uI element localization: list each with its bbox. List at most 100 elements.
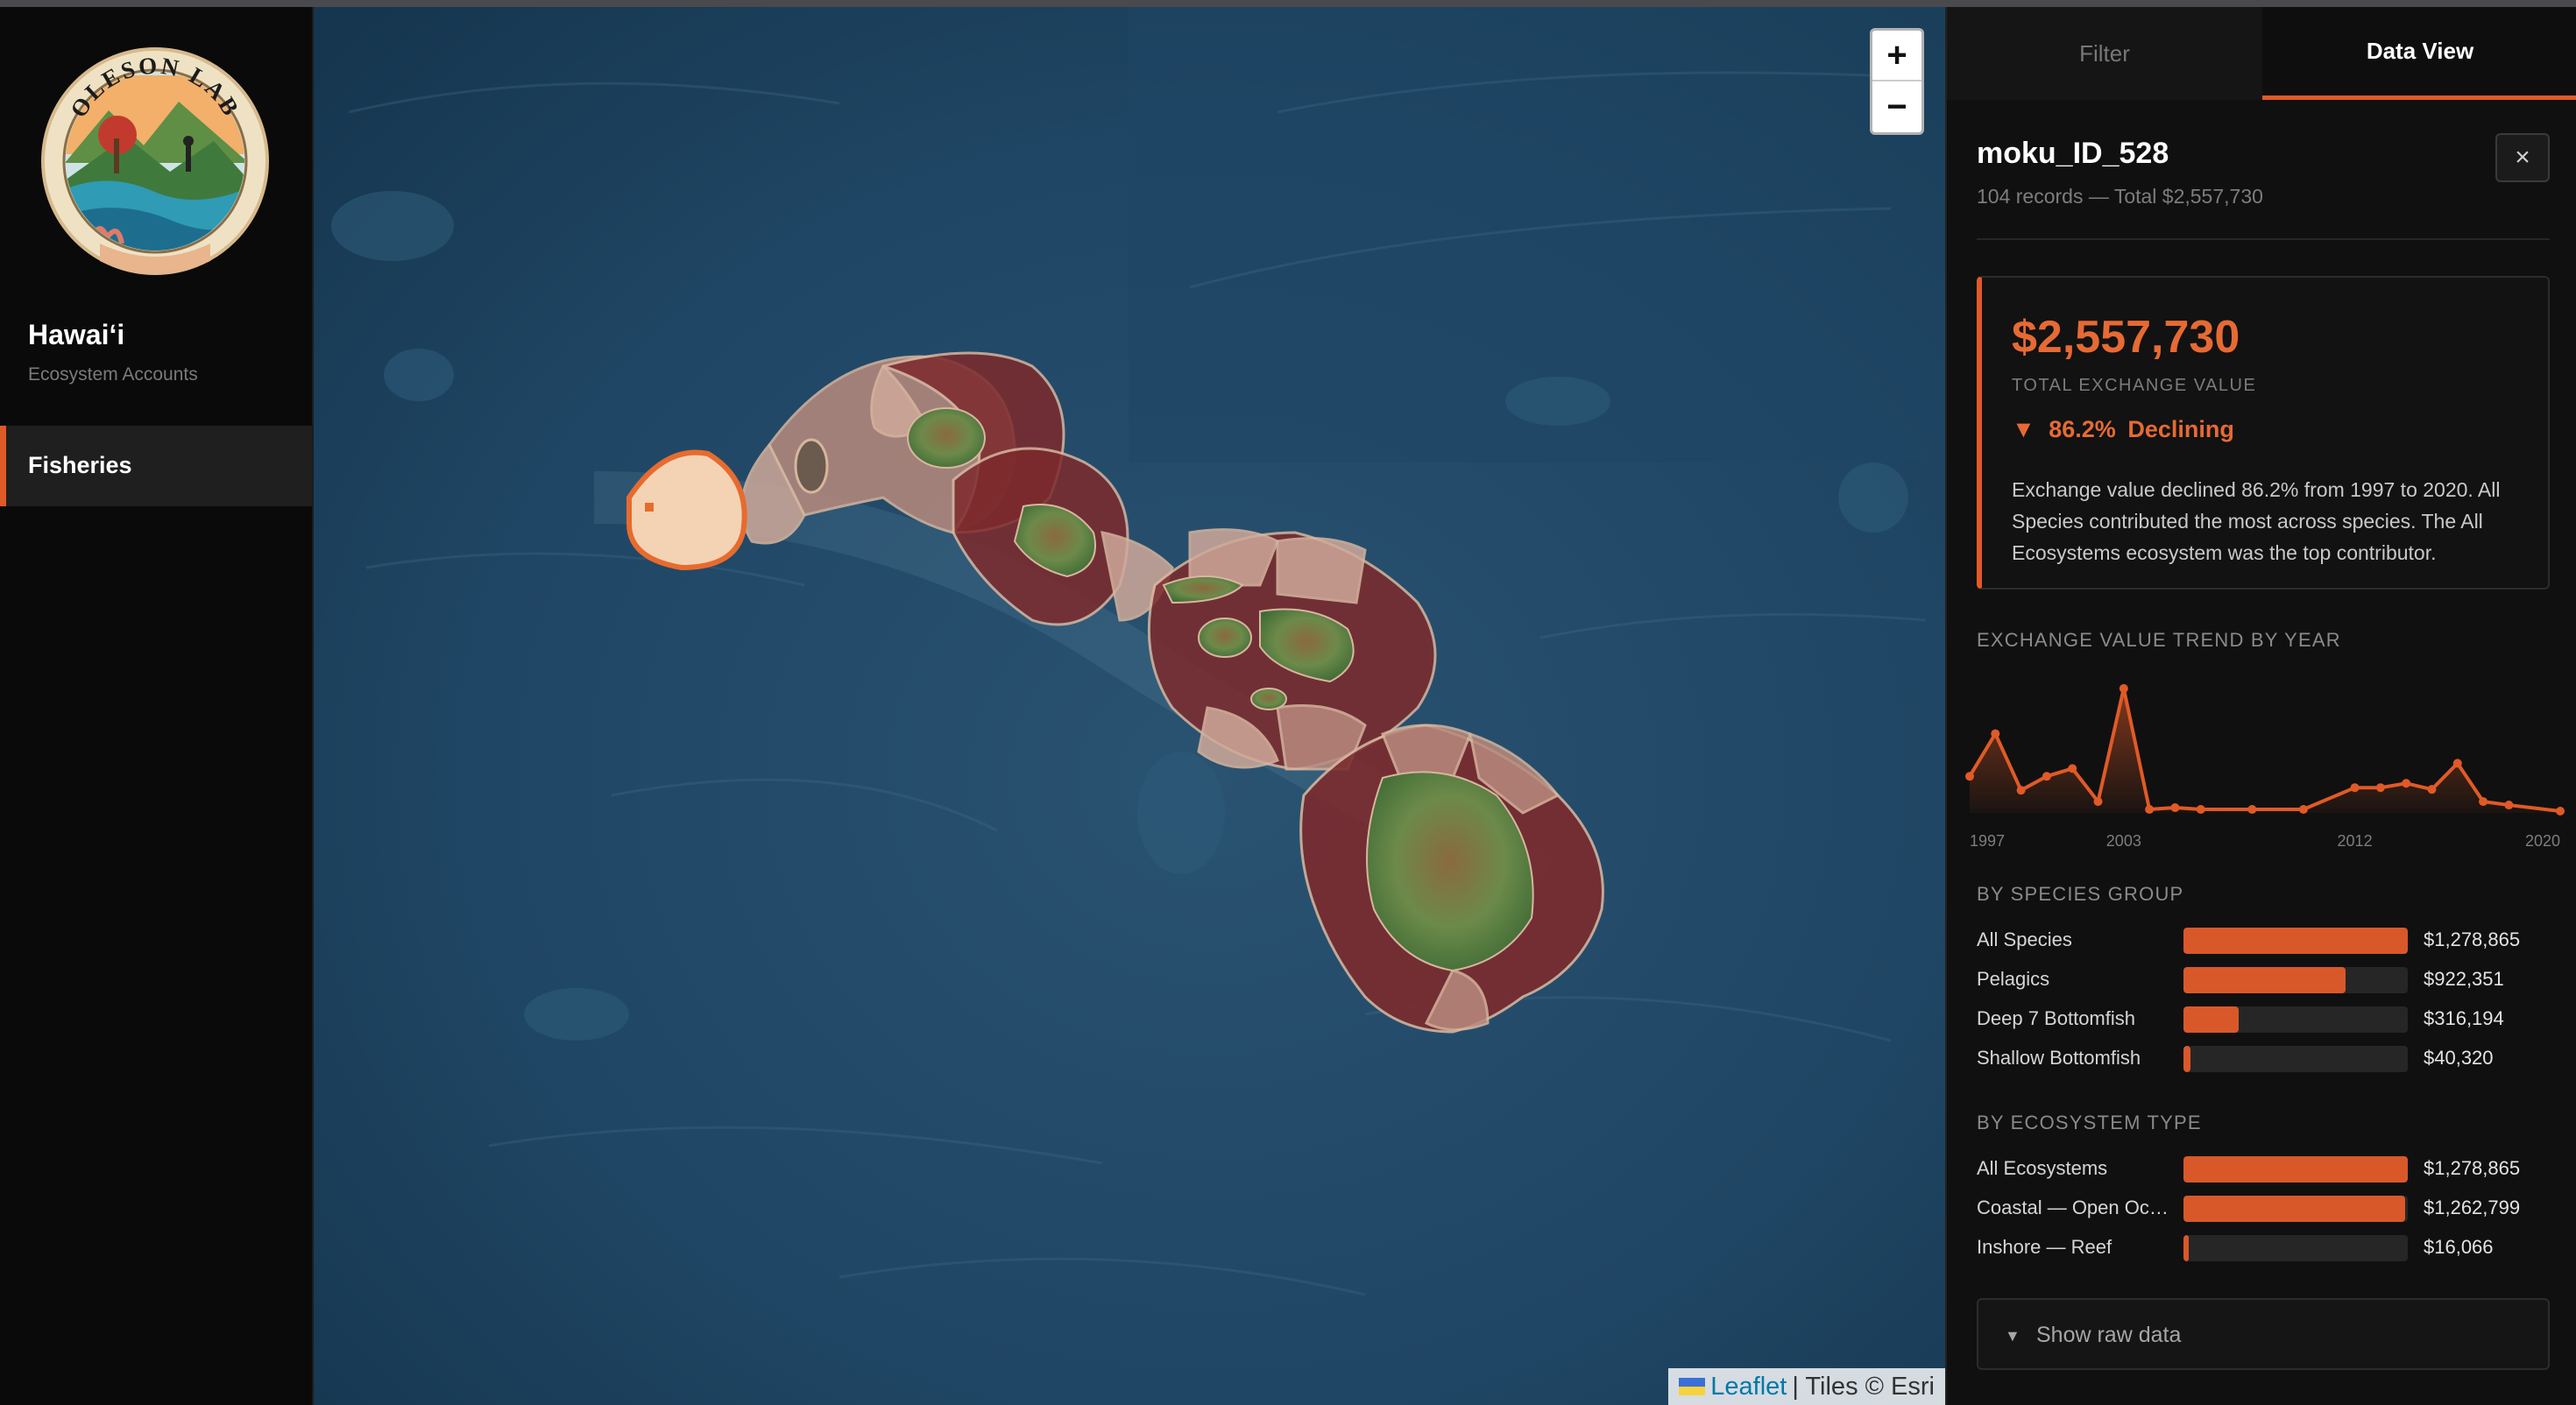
species-row: Pelagics $922,351: [1977, 960, 2550, 999]
trend-point[interactable]: [2556, 807, 2565, 816]
panel-tabs: Filter Data View: [1947, 7, 2576, 100]
species-row: Shallow Bottomfish $40,320: [1977, 1039, 2550, 1078]
zoom-control: + −: [1870, 28, 1924, 135]
species-bar-fill: [2183, 928, 2408, 954]
x-tick-label: 2012: [2338, 832, 2373, 850]
species-row: Deep 7 Bottomfish $316,194: [1977, 999, 2550, 1039]
total-exchange-label: TOTAL EXCHANGE VALUE: [2012, 376, 2257, 395]
nav-item-label: Fisheries: [28, 452, 132, 478]
trend-point[interactable]: [2375, 783, 2385, 793]
map-view[interactable]: + − Leaflet | Tiles © Esri: [314, 7, 1945, 1405]
region-subtitle: Ecosystem Accounts: [28, 364, 198, 385]
trend-point[interactable]: [2093, 797, 2103, 807]
ecosystem-value: $1,262,799: [2424, 1197, 2521, 1218]
species-bars: All Species $1,278,865 Pelagics $922,351 Dee…: [1977, 921, 2550, 1078]
species-value: $1,278,865: [2424, 928, 2521, 950]
ukraine-flag-icon: [1679, 1378, 1706, 1395]
species-bar-track: [2183, 967, 2408, 993]
ecosystem-bar-track: [2183, 1156, 2408, 1183]
species-label: Shallow Bottomfish: [1977, 1047, 2141, 1069]
species-bar-track: [2183, 1006, 2408, 1033]
ecosystem-heading: BY ECOSYSTEM TYPE: [1977, 1112, 2202, 1133]
tab-filter[interactable]: Filter: [1947, 7, 2262, 100]
trend-point[interactable]: [2119, 683, 2128, 693]
trend-point[interactable]: [1991, 729, 2000, 738]
zoom-out-button[interactable]: −: [1872, 81, 1921, 132]
trend-point[interactable]: [2298, 805, 2308, 815]
caret-down-icon: ▼: [2005, 1327, 2020, 1345]
trend-word: Declining: [2127, 416, 2234, 442]
records-summary: 104 records — Total $2,557,730: [1977, 185, 2263, 208]
x-tick-label: 1997: [1970, 832, 2005, 850]
leaflet-link[interactable]: Leaflet: [1710, 1373, 1787, 1401]
close-button[interactable]: ×: [2495, 133, 2550, 182]
sidebar: OLESON LAB Hawaiʻi Ecosystem Accounts Fi…: [0, 7, 314, 1405]
ecosystem-label: Coastal — Open Oc…: [1977, 1197, 2169, 1218]
ecosystem-bars: All Ecosystems $1,278,865 Coastal — Open O…: [1977, 1149, 2550, 1267]
tiles-attribution: | Tiles © Esri: [1792, 1372, 1935, 1401]
map-attribution: Leaflet | Tiles © Esri: [1668, 1368, 1945, 1405]
species-row: All Species $1,278,865: [1977, 921, 2550, 960]
close-icon: ×: [2515, 143, 2530, 172]
species-bar-fill: [2183, 1006, 2240, 1033]
species-value: $40,320: [2424, 1047, 2494, 1069]
summary-description: Exchange value declined 86.2% from 1997 …: [2012, 478, 2501, 564]
map-basemap: [314, 7, 1945, 1405]
species-label: Deep 7 Bottomfish: [1977, 1007, 2135, 1029]
trend-percent: 86.2%: [2049, 416, 2116, 442]
ecosystem-bar-track: [2183, 1235, 2408, 1261]
trend-point[interactable]: [1965, 772, 1974, 781]
trend-point[interactable]: [2427, 785, 2437, 794]
trend-point[interactable]: [2504, 801, 2514, 810]
region-title: Hawaiʻi: [28, 319, 125, 350]
species-value: $316,194: [2424, 1007, 2504, 1029]
species-bar-track: [2183, 928, 2408, 954]
species-bar-track: [2183, 1046, 2408, 1072]
trend-point[interactable]: [2402, 779, 2411, 788]
species-bar-fill: [2183, 1046, 2191, 1072]
trend-point[interactable]: [2145, 805, 2155, 815]
show-raw-data-toggle[interactable]: ▼ Show raw data: [1977, 1298, 2550, 1370]
browser-top-bar: [0, 0, 2576, 7]
trend-point[interactable]: [2042, 772, 2051, 781]
oleson-lab-logo: OLESON LAB: [41, 47, 269, 275]
ecosystem-value: $1,278,865: [2424, 1157, 2521, 1179]
app-root: OLESON LAB Hawaiʻi Ecosystem Accounts Fi…: [0, 7, 2576, 1405]
trend-point[interactable]: [2196, 805, 2205, 815]
region-id-title: moku_ID_528: [1977, 137, 2169, 170]
species-value: $922,351: [2424, 968, 2504, 990]
x-tick-label: 2020: [2525, 832, 2560, 850]
ecosystem-bar-fill: [2183, 1196, 2405, 1222]
trend-point[interactable]: [2247, 805, 2257, 815]
trend-point[interactable]: [2016, 786, 2026, 795]
ecosystem-label: Inshore — Reef: [1977, 1236, 2112, 1258]
header-divider: [1977, 238, 2550, 240]
trend-point[interactable]: [2350, 783, 2360, 793]
zoom-in-button[interactable]: +: [1872, 31, 1921, 81]
tab-data-view[interactable]: Data View: [2262, 7, 2576, 100]
trend-area: [1970, 688, 2560, 813]
ecosystem-row: Coastal — Open Oc… $1,262,799: [1977, 1189, 2550, 1228]
summary-card: $2,557,730 TOTAL EXCHANGE VALUE ▼ 86.2% …: [1977, 276, 2550, 590]
species-label: All Species: [1977, 928, 2072, 950]
show-raw-data-label: Show raw data: [2036, 1323, 2182, 1347]
ecosystem-label: All Ecosystems: [1977, 1157, 2108, 1179]
species-heading: BY SPECIES GROUP: [1977, 883, 2184, 905]
data-panel: Filter Data View moku_ID_528 104 records…: [1945, 7, 2576, 1405]
nav-item-fisheries[interactable]: Fisheries: [0, 426, 312, 506]
ecosystem-bar-fill: [2183, 1235, 2190, 1261]
ecosystem-row: All Ecosystems $1,278,865: [1977, 1149, 2550, 1189]
ecosystem-row: Inshore — Reef $16,066: [1977, 1228, 2550, 1267]
down-arrow-icon: ▼: [2012, 416, 2035, 442]
total-exchange-value: $2,557,730: [2012, 312, 2240, 363]
trend-heading: EXCHANGE VALUE TREND BY YEAR: [1977, 629, 2341, 651]
trend-point[interactable]: [2479, 797, 2488, 807]
trend-chart: 1997 2003 2012 2020: [1965, 683, 2565, 850]
x-tick-label: 2003: [2106, 832, 2141, 850]
trend-indicator: ▼ 86.2% Declining: [2012, 416, 2234, 443]
trend-point[interactable]: [2170, 803, 2180, 813]
ecosystem-value: $16,066: [2424, 1236, 2494, 1258]
trend-point[interactable]: [2068, 764, 2077, 773]
species-label: Pelagics: [1977, 968, 2050, 990]
trend-point[interactable]: [2452, 759, 2462, 768]
